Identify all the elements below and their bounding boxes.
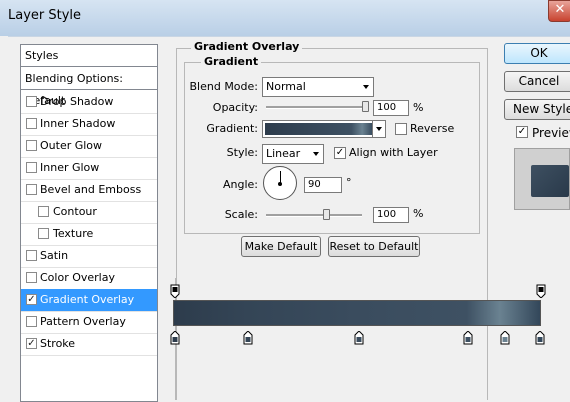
style-label: Stroke xyxy=(40,337,76,350)
style-value: Linear xyxy=(266,147,301,160)
angle-unit: ° xyxy=(346,176,352,189)
gradient-bar[interactable] xyxy=(173,300,541,326)
blend-mode-label: Blend Mode: xyxy=(189,80,259,93)
align-with-layer-checkbox[interactable]: ✓ xyxy=(334,147,346,159)
style-label: Gradient Overlay xyxy=(40,293,135,306)
color-stop[interactable] xyxy=(500,331,510,345)
style-select[interactable]: Linear xyxy=(262,144,324,164)
style-bevel-emboss[interactable]: Bevel and Emboss xyxy=(21,179,157,202)
blend-mode-value: Normal xyxy=(266,80,306,93)
color-stop[interactable] xyxy=(354,331,364,345)
opacity-input[interactable]: 100 xyxy=(373,100,409,116)
reset-to-default-button[interactable]: Reset to Default xyxy=(328,236,420,257)
blending-options[interactable]: Blending Options: Default xyxy=(21,68,157,107)
style-stroke[interactable]: ✓ Stroke xyxy=(21,333,157,356)
style-label: Satin xyxy=(40,249,69,262)
angle-center xyxy=(278,182,282,186)
checkbox[interactable] xyxy=(26,162,37,173)
style-label: Color Overlay xyxy=(40,271,115,284)
angle-label: Angle: xyxy=(222,178,258,191)
color-stop[interactable] xyxy=(535,331,545,345)
chevron-down-icon xyxy=(376,127,382,131)
editor-border-right xyxy=(487,278,488,400)
gradient-preview-swatch xyxy=(265,123,373,135)
cancel-button[interactable]: Cancel xyxy=(504,71,570,92)
checkbox-checked[interactable]: ✓ xyxy=(26,338,37,349)
title-bar: Layer Style xyxy=(0,0,570,36)
gradient-dropdown[interactable] xyxy=(372,121,385,137)
style-label: Contour xyxy=(53,205,97,218)
color-stop[interactable] xyxy=(170,331,180,345)
checkbox[interactable] xyxy=(26,184,37,195)
styles-list: Styles Blending Options: Default Drop Sh… xyxy=(20,44,158,402)
reverse-label: Reverse xyxy=(410,122,455,135)
style-label: Bevel and Emboss xyxy=(40,183,142,196)
style-satin[interactable]: Satin xyxy=(21,245,157,268)
color-stop[interactable] xyxy=(243,331,253,345)
gradient-picker[interactable] xyxy=(262,120,386,138)
reverse-checkbox[interactable] xyxy=(395,123,407,135)
style-preview xyxy=(514,148,570,210)
style-label: Style: xyxy=(226,146,258,159)
chevron-down-icon xyxy=(313,152,319,156)
style-inner-shadow[interactable]: Inner Shadow xyxy=(21,113,157,136)
close-icon: ✕ xyxy=(554,2,566,17)
style-pattern-overlay[interactable]: Pattern Overlay xyxy=(21,311,157,334)
opacity-slider-track[interactable] xyxy=(266,106,366,109)
opacity-unit: % xyxy=(413,101,424,114)
window-title: Layer Style xyxy=(8,8,82,23)
checkbox[interactable] xyxy=(26,272,37,283)
scale-label: Scale: xyxy=(224,208,258,221)
opacity-stop-right[interactable] xyxy=(536,284,546,298)
opacity-label: Opacity: xyxy=(212,101,258,114)
make-default-button[interactable]: Make Default xyxy=(241,236,321,257)
style-label: Inner Shadow xyxy=(40,117,116,130)
gradient-label: Gradient: xyxy=(206,122,258,135)
style-color-overlay[interactable]: Color Overlay xyxy=(21,267,157,290)
style-label: Pattern Overlay xyxy=(40,315,126,328)
checkbox[interactable] xyxy=(26,140,37,151)
checkbox[interactable] xyxy=(26,316,37,327)
scale-slider-track[interactable] xyxy=(266,214,362,217)
style-texture[interactable]: Texture xyxy=(21,223,157,246)
section-title: Gradient Overlay xyxy=(191,40,303,53)
color-stop[interactable] xyxy=(463,331,473,345)
opacity-slider-thumb[interactable] xyxy=(362,101,369,112)
scale-slider-thumb[interactable] xyxy=(323,209,330,220)
chevron-down-icon xyxy=(363,85,369,89)
blend-mode-select[interactable]: Normal xyxy=(262,77,374,97)
preview-label: Preview xyxy=(532,126,570,140)
style-label: Inner Glow xyxy=(40,161,100,174)
style-inner-glow[interactable]: Inner Glow xyxy=(21,157,157,180)
scale-unit: % xyxy=(413,207,424,220)
preview-swatch xyxy=(531,165,569,197)
style-drop-shadow[interactable]: Drop Shadow xyxy=(21,91,157,114)
style-contour[interactable]: Contour xyxy=(21,201,157,224)
close-button[interactable]: ✕ xyxy=(548,0,570,22)
opacity-stop-left[interactable] xyxy=(170,284,180,298)
style-label: Outer Glow xyxy=(40,139,103,152)
style-label: Texture xyxy=(53,227,94,240)
angle-input[interactable]: 90 xyxy=(304,177,342,193)
styles-header[interactable]: Styles xyxy=(21,45,157,67)
ok-button[interactable]: OK xyxy=(504,43,570,64)
scale-input[interactable]: 100 xyxy=(373,207,409,223)
preview-checkbox[interactable]: ✓ xyxy=(516,126,528,138)
new-style-button[interactable]: New Style... xyxy=(504,99,570,120)
checkbox[interactable] xyxy=(38,206,49,217)
group-title: Gradient xyxy=(201,55,262,68)
style-gradient-overlay[interactable]: ✓ Gradient Overlay xyxy=(21,289,157,312)
checkbox-checked[interactable]: ✓ xyxy=(26,294,37,305)
angle-dial-icon[interactable] xyxy=(263,166,297,200)
checkbox[interactable] xyxy=(38,228,49,239)
checkbox[interactable] xyxy=(26,118,37,129)
checkbox[interactable] xyxy=(26,96,37,107)
align-with-layer-label: Align with Layer xyxy=(349,146,438,159)
style-outer-glow[interactable]: Outer Glow xyxy=(21,135,157,158)
checkbox[interactable] xyxy=(26,250,37,261)
style-label: Drop Shadow xyxy=(40,95,114,108)
